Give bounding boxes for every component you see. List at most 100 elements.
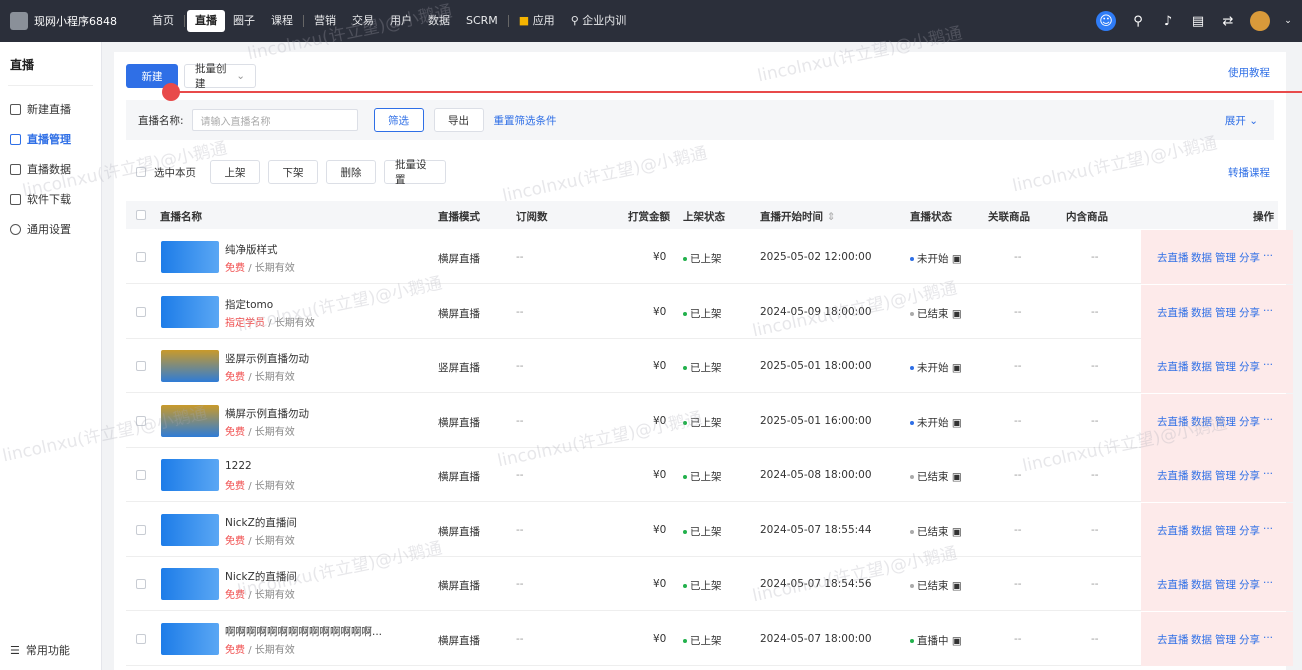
filter-button[interactable]: 筛选 xyxy=(373,108,424,132)
row-checkbox[interactable] xyxy=(136,524,146,535)
more-icon[interactable]: ··· xyxy=(1263,359,1273,371)
message-icon[interactable]: ▣ xyxy=(952,471,962,483)
notification-bell-icon[interactable]: ♪ xyxy=(1160,13,1176,29)
nav-training[interactable]: ⚲ 企业内训 xyxy=(563,10,635,32)
help-link[interactable]: 使用教程 xyxy=(1228,65,1270,80)
manage-link[interactable]: 管理 xyxy=(1215,577,1236,592)
share-link[interactable]: 分享 xyxy=(1239,359,1260,374)
live-cover-thumbnail[interactable] xyxy=(161,404,219,437)
shelf-down-button[interactable]: 下架 xyxy=(268,160,318,184)
share-link[interactable]: 分享 xyxy=(1239,577,1260,592)
support-icon[interactable]: ☺ xyxy=(1096,11,1116,31)
go-live-link[interactable]: 去直播 xyxy=(1157,250,1189,265)
live-title[interactable]: 纯净版样式 xyxy=(225,242,278,257)
share-link[interactable]: 分享 xyxy=(1239,414,1260,429)
nav-trade[interactable]: 交易 xyxy=(344,10,382,32)
share-link[interactable]: 分享 xyxy=(1239,250,1260,265)
user-avatar[interactable] xyxy=(1250,11,1270,31)
sidebar-item-new-live[interactable]: 新建直播 xyxy=(0,94,101,124)
row-checkbox[interactable] xyxy=(136,306,146,317)
nav-scrm[interactable]: SCRM xyxy=(458,10,506,32)
search-icon[interactable]: ⚲ xyxy=(1130,13,1146,29)
message-icon[interactable]: ▣ xyxy=(952,362,962,374)
go-live-link[interactable]: 去直播 xyxy=(1157,577,1189,592)
live-title[interactable]: NickZ的直播间 xyxy=(225,515,297,530)
share-link[interactable]: 分享 xyxy=(1239,305,1260,320)
expand-toggle[interactable]: 展开 ⌄ xyxy=(1225,113,1258,128)
manage-link[interactable]: 管理 xyxy=(1215,468,1236,483)
data-link[interactable]: 数据 xyxy=(1191,305,1212,320)
nav-user[interactable]: 用户 xyxy=(382,10,420,32)
more-icon[interactable]: ··· xyxy=(1263,250,1273,262)
go-live-link[interactable]: 去直播 xyxy=(1157,414,1189,429)
share-link[interactable]: 分享 xyxy=(1239,468,1260,483)
data-link[interactable]: 数据 xyxy=(1191,632,1212,647)
go-live-link[interactable]: 去直播 xyxy=(1157,523,1189,538)
switch-icon[interactable]: ⇄ xyxy=(1220,13,1236,29)
message-icon[interactable]: ▣ xyxy=(952,417,962,429)
sidebar-item-live-data[interactable]: 直播数据 xyxy=(0,154,101,184)
live-cover-thumbnail[interactable] xyxy=(161,295,219,328)
export-button[interactable]: 导出 xyxy=(433,108,484,132)
manage-link[interactable]: 管理 xyxy=(1215,523,1236,538)
row-checkbox[interactable] xyxy=(136,470,146,480)
nav-course[interactable]: 课程 xyxy=(263,10,301,32)
transfer-course-link[interactable]: 转播课程 xyxy=(1228,165,1270,180)
more-icon[interactable]: ··· xyxy=(1263,414,1273,426)
data-link[interactable]: 数据 xyxy=(1191,523,1212,538)
batch-settings-button[interactable]: 批量设置 xyxy=(384,159,446,186)
sidebar-item-settings[interactable]: 通用设置 xyxy=(0,214,101,244)
go-live-link[interactable]: 去直播 xyxy=(1157,359,1189,374)
brand[interactable]: 现网小程序6848 xyxy=(0,12,140,30)
message-icon[interactable]: ▣ xyxy=(952,580,962,592)
nav-apps[interactable]: ■ 应用 xyxy=(511,10,563,32)
live-cover-thumbnail[interactable] xyxy=(161,568,219,600)
nav-live[interactable]: 直播 xyxy=(187,10,225,32)
row-checkbox[interactable] xyxy=(136,579,146,589)
nav-circle[interactable]: 圈子 xyxy=(225,10,263,32)
manage-link[interactable]: 管理 xyxy=(1215,305,1236,320)
delete-button[interactable]: 删除 xyxy=(326,160,376,184)
live-name-input[interactable]: 请输入直播名称 xyxy=(191,109,358,131)
manage-link[interactable]: 管理 xyxy=(1215,632,1236,647)
live-title[interactable]: 指定tomo xyxy=(225,297,273,312)
select-all-checkbox[interactable] xyxy=(136,210,146,220)
more-icon[interactable]: ··· xyxy=(1263,523,1273,535)
data-link[interactable]: 数据 xyxy=(1191,468,1212,483)
sidebar-footer[interactable]: ☰ 常用功能 xyxy=(10,642,70,658)
live-title[interactable]: NickZ的直播间 xyxy=(225,569,297,584)
go-live-link[interactable]: 去直播 xyxy=(1157,305,1189,320)
live-title[interactable]: 啊啊啊啊啊啊啊啊啊啊啊啊啊啊... xyxy=(225,624,382,639)
data-link[interactable]: 数据 xyxy=(1191,250,1212,265)
share-link[interactable]: 分享 xyxy=(1239,523,1260,538)
shelf-up-button[interactable]: 上架 xyxy=(210,160,260,184)
row-checkbox[interactable] xyxy=(136,361,146,371)
live-cover-thumbnail[interactable] xyxy=(161,513,219,546)
message-icon[interactable]: ▣ xyxy=(952,635,962,647)
live-cover-thumbnail[interactable] xyxy=(161,459,219,491)
live-cover-thumbnail[interactable] xyxy=(161,350,219,382)
data-link[interactable]: 数据 xyxy=(1191,577,1212,592)
manage-link[interactable]: 管理 xyxy=(1215,250,1236,265)
more-icon[interactable]: ··· xyxy=(1263,577,1273,589)
message-icon[interactable]: ▣ xyxy=(952,253,962,265)
share-link[interactable]: 分享 xyxy=(1239,632,1260,647)
nav-home[interactable]: 首页 xyxy=(144,10,182,32)
more-icon[interactable]: ··· xyxy=(1263,632,1273,644)
live-title[interactable]: 竖屏示例直播勿动 xyxy=(225,351,309,366)
message-icon[interactable]: ▣ xyxy=(952,526,962,538)
batch-create-dropdown[interactable]: 批量创建 ⌄ xyxy=(184,63,256,90)
live-title[interactable]: 横屏示例直播勿动 xyxy=(225,406,309,421)
message-icon[interactable]: ▣ xyxy=(952,308,962,320)
manage-link[interactable]: 管理 xyxy=(1215,414,1236,429)
col-start-time[interactable]: 直播开始时间 ⇕ xyxy=(760,209,835,224)
calendar-icon[interactable]: ▤ xyxy=(1190,13,1206,29)
nav-marketing[interactable]: 营销 xyxy=(306,10,344,32)
manage-link[interactable]: 管理 xyxy=(1215,359,1236,374)
select-page-checkbox[interactable] xyxy=(136,167,146,177)
live-cover-thumbnail[interactable] xyxy=(161,241,219,273)
reset-filter-link[interactable]: 重置筛选条件 xyxy=(494,113,557,128)
sidebar-item-download[interactable]: 软件下载 xyxy=(0,184,101,214)
data-link[interactable]: 数据 xyxy=(1191,414,1212,429)
chevron-down-icon[interactable]: ⌄ xyxy=(1284,13,1292,29)
